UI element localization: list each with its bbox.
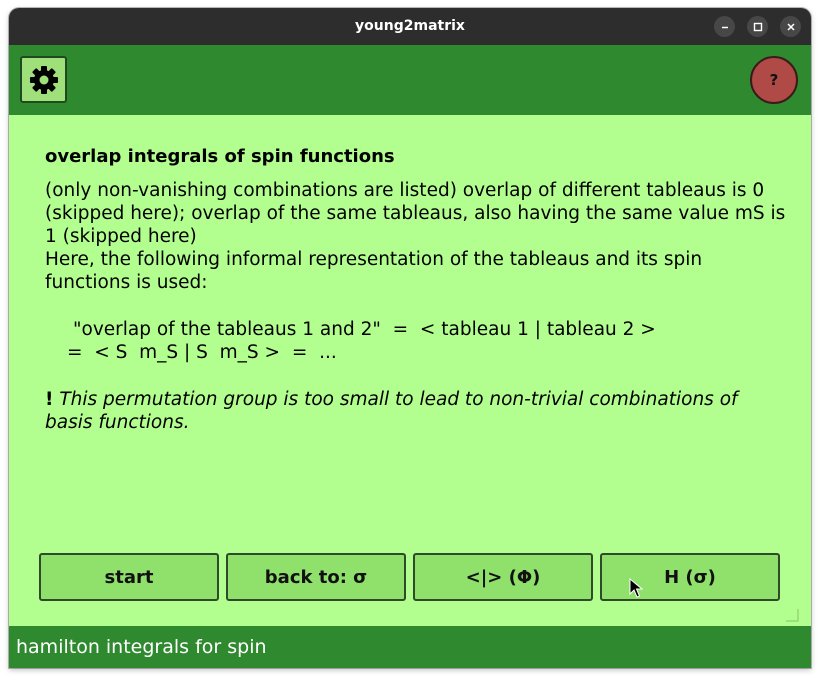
main-content: overlap integrals of spin functions (onl… bbox=[9, 115, 811, 626]
formula-line-1: "overlap of the tableaus 1 and 2" = < ta… bbox=[73, 319, 656, 340]
warning-text: This permutation group is too small to l… bbox=[45, 389, 738, 433]
section-heading: overlap integrals of spin functions bbox=[45, 146, 395, 167]
toolbar: ? bbox=[9, 45, 811, 115]
help-button[interactable]: ? bbox=[750, 56, 798, 104]
close-icon bbox=[786, 22, 795, 31]
status-text: hamilton integrals for spin bbox=[16, 636, 267, 658]
gear-icon bbox=[29, 65, 58, 94]
warning-mark: ! bbox=[45, 389, 54, 410]
back-button[interactable]: back to: σ bbox=[226, 553, 406, 601]
window-title: young2matrix bbox=[355, 18, 465, 34]
description-paragraph: (only non-vanishing combinations are lis… bbox=[45, 180, 786, 247]
resize-grip-icon[interactable] bbox=[785, 608, 799, 622]
hamilton-button[interactable]: H (σ) bbox=[600, 553, 780, 601]
title-bar[interactable]: young2matrix bbox=[9, 8, 811, 45]
overlap-button[interactable]: <|> (Φ) bbox=[413, 553, 593, 601]
warning-note: ! This permutation group is too small to… bbox=[45, 388, 789, 434]
minimize-button[interactable] bbox=[714, 16, 735, 37]
mouse-cursor-icon bbox=[629, 578, 643, 598]
app-window: young2matrix ? overlap integrals of spin… bbox=[9, 8, 811, 668]
close-button[interactable] bbox=[780, 16, 801, 37]
maximize-icon bbox=[753, 22, 762, 31]
settings-button[interactable] bbox=[20, 56, 67, 103]
maximize-button[interactable] bbox=[747, 16, 768, 37]
status-bar: hamilton integrals for spin bbox=[9, 626, 811, 668]
formula-line-2: = < S m_S | S m_S > = ... bbox=[67, 342, 337, 363]
navigation-buttons: start back to: σ <|> (Φ) H (σ) bbox=[39, 553, 781, 601]
info-text: overlap integrals of spin functions (onl… bbox=[45, 145, 789, 434]
start-button[interactable]: start bbox=[39, 553, 219, 601]
representation-paragraph: Here, the following informal representat… bbox=[45, 249, 703, 293]
minimize-icon bbox=[721, 26, 728, 28]
formula-block: "overlap of the tableaus 1 and 2" = < ta… bbox=[45, 318, 789, 364]
